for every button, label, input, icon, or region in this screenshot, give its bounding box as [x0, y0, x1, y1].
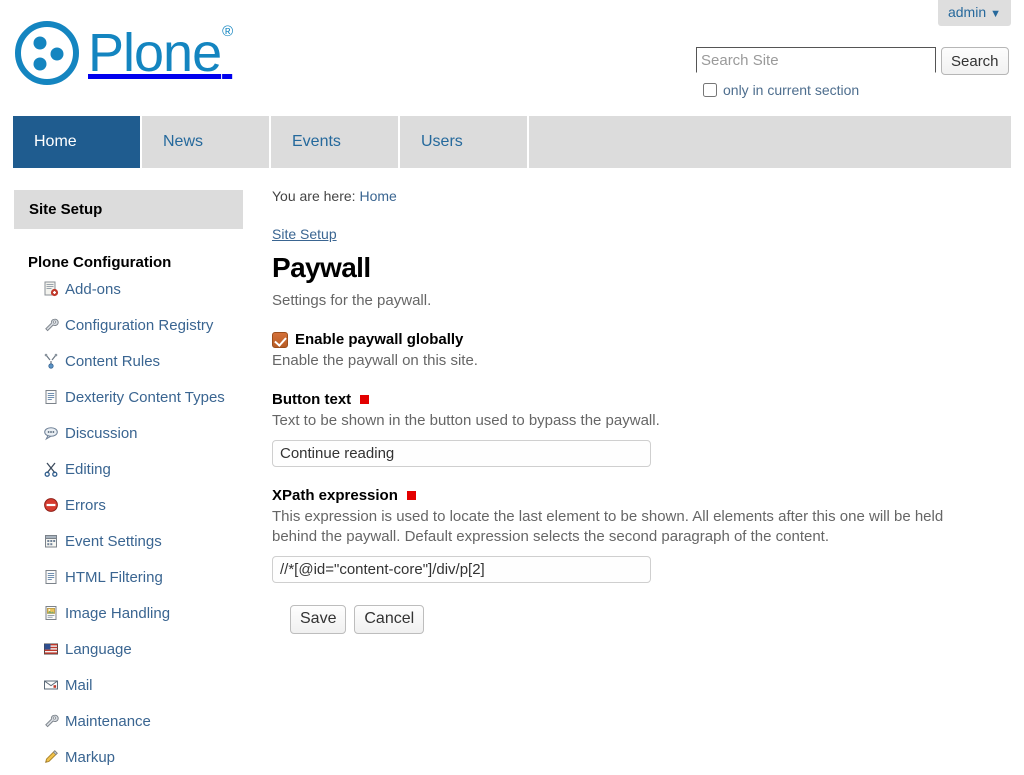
sidebar-item-editing[interactable]: Editing	[14, 451, 243, 487]
sidebar-link-html-filtering[interactable]: HTML Filtering	[65, 569, 163, 586]
document-icon	[43, 569, 59, 585]
sidebar-link-content-rules[interactable]: Content Rules	[65, 353, 160, 370]
personal-bar: admin ▼	[937, 0, 1011, 26]
sidebar-item-discussion[interactable]: Discussion	[14, 415, 243, 451]
sidebar-item-maintenance[interactable]: Maintenance	[14, 703, 243, 739]
nav-link-home[interactable]: Home	[13, 116, 140, 168]
speech-bubble-icon	[43, 425, 59, 441]
nav-item-home[interactable]: Home	[13, 116, 142, 168]
sidebar-link-language[interactable]: Language	[65, 641, 132, 658]
envelope-icon	[43, 677, 59, 693]
search-box: Search only in current section	[696, 47, 1016, 98]
nav-link-users[interactable]: Users	[400, 116, 527, 168]
enable-paywall-checkbox[interactable]	[272, 331, 288, 348]
sidebar-link-markup[interactable]: Markup	[65, 749, 115, 766]
breadcrumb: You are here: Home	[272, 188, 1012, 204]
content-rules-icon	[43, 353, 59, 369]
scissors-icon	[43, 461, 59, 477]
xpath-expression-input[interactable]	[272, 555, 651, 583]
sidebar-item-markup[interactable]: Markup	[14, 739, 243, 775]
logo-wordmark: Plone®	[88, 23, 233, 83]
sidebar: Site Setup Plone Configuration Add-ons C…	[14, 190, 243, 775]
chevron-down-icon: ▼	[990, 8, 1001, 20]
paywall-settings-form: Enable paywall globally Enable the paywa…	[272, 331, 1012, 634]
page-title: Paywall	[272, 252, 371, 283]
search-button[interactable]: Search	[941, 47, 1009, 75]
pencil-icon	[43, 749, 59, 765]
document-icon	[43, 389, 59, 405]
sidebar-config-list: Add-ons Configuration Registry Content R…	[14, 271, 243, 775]
plone-logo-icon	[12, 18, 82, 88]
xpath-expression-label: XPath expression	[272, 486, 398, 504]
form-actions: Save Cancel	[272, 604, 1012, 634]
wrench-icon	[43, 713, 59, 729]
sidebar-link-dexterity-content-types[interactable]: Dexterity Content Types	[65, 389, 225, 406]
error-icon	[43, 497, 59, 513]
sidebar-item-image-handling[interactable]: Image Handling	[14, 595, 243, 631]
sidebar-item-mail[interactable]: Mail	[14, 667, 243, 703]
sidebar-link-editing[interactable]: Editing	[65, 461, 111, 478]
search-input[interactable]	[696, 47, 936, 73]
page-description: Settings for the paywall.	[272, 292, 432, 309]
sidebar-item-content-rules[interactable]: Content Rules	[14, 343, 243, 379]
flag-icon	[43, 641, 59, 657]
sidebar-link-mail[interactable]: Mail	[65, 677, 93, 694]
sidebar-header: Site Setup	[14, 190, 243, 229]
main-content: You are here: Home Site Setup Paywall Se…	[272, 188, 1012, 634]
sidebar-link-discussion[interactable]: Discussion	[65, 425, 138, 442]
required-marker-icon	[406, 490, 416, 500]
sidebar-link-errors[interactable]: Errors	[65, 497, 106, 514]
cancel-button[interactable]: Cancel	[354, 604, 425, 634]
sidebar-item-add-ons[interactable]: Add-ons	[14, 271, 243, 307]
user-menu-label: admin	[947, 4, 987, 20]
sidebar-item-errors[interactable]: Errors	[14, 487, 243, 523]
breadcrumb-prefix: You are here:	[272, 188, 356, 204]
sidebar-link-maintenance[interactable]: Maintenance	[65, 713, 151, 730]
addons-icon	[43, 281, 59, 297]
nav-filler	[529, 116, 1011, 168]
sidebar-link-add-ons[interactable]: Add-ons	[65, 281, 121, 298]
field-button-text: Button text Text to be shown in the butt…	[272, 391, 1012, 467]
field-xpath-expression: XPath expression This expression is used…	[272, 487, 1012, 583]
sidebar-item-dexterity-content-types[interactable]: Dexterity Content Types	[14, 379, 243, 415]
sidebar-item-language[interactable]: Language	[14, 631, 243, 667]
nav-item-news[interactable]: News	[142, 116, 271, 168]
sidebar-item-html-filtering[interactable]: HTML Filtering	[14, 559, 243, 595]
sidebar-link-event-settings[interactable]: Event Settings	[65, 533, 162, 550]
calendar-icon	[43, 533, 59, 549]
image-icon	[43, 605, 59, 621]
required-marker-icon	[360, 395, 370, 405]
button-text-help: Text to be shown in the button used to b…	[272, 412, 660, 430]
enable-paywall-label: Enable paywall globally	[295, 331, 464, 348]
xpath-expression-help: This expression is used to locate the la…	[272, 507, 944, 546]
site-logo[interactable]: Plone®	[12, 18, 233, 88]
user-menu-button[interactable]: admin ▼	[937, 0, 1011, 26]
logo-wordmark-text: Plone	[88, 23, 222, 83]
parent-link-site-setup[interactable]: Site Setup	[272, 226, 337, 242]
nav-link-events[interactable]: Events	[271, 116, 398, 168]
search-scope-label[interactable]: only in current section	[723, 82, 859, 98]
sidebar-section-title: Plone Configuration	[28, 254, 172, 271]
sidebar-link-image-handling[interactable]: Image Handling	[65, 605, 170, 622]
nav-item-events[interactable]: Events	[271, 116, 400, 168]
sidebar-link-configuration-registry[interactable]: Configuration Registry	[65, 317, 213, 334]
sidebar-item-configuration-registry[interactable]: Configuration Registry	[14, 307, 243, 343]
button-text-label: Button text	[272, 391, 352, 409]
wrench-icon	[43, 317, 59, 333]
field-enable-paywall: Enable paywall globally Enable the paywa…	[272, 331, 1012, 371]
save-button[interactable]: Save	[290, 604, 347, 634]
button-text-input[interactable]	[272, 439, 651, 467]
registered-mark-icon: ®	[222, 23, 233, 40]
nav-link-news[interactable]: News	[142, 116, 269, 168]
sidebar-item-event-settings[interactable]: Event Settings	[14, 523, 243, 559]
global-navigation: Home News Events Users	[13, 116, 1011, 168]
nav-item-users[interactable]: Users	[400, 116, 529, 168]
search-scope-checkbox[interactable]	[703, 83, 717, 97]
enable-paywall-help: Enable the paywall on this site.	[272, 352, 478, 369]
breadcrumb-link-home[interactable]: Home	[359, 188, 396, 204]
